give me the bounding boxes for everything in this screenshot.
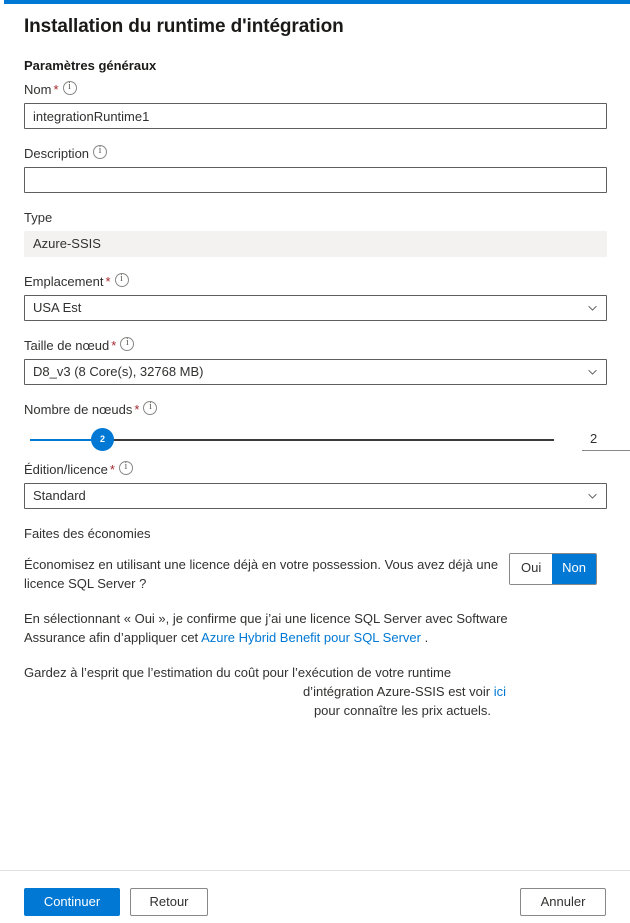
pricing-note-line3: pour connaître les prix actuels. [313,703,491,718]
savings-section: Faites des économies Économisez en utili… [24,525,607,720]
section-heading-general-settings: Paramètres généraux [24,58,157,73]
field-location: Emplacement* USA Est [24,272,607,321]
field-node-number: Nombre de nœuds* 2 2 [24,400,630,455]
label-node-size: Taille de nœud * [24,336,607,355]
savings-question: Économisez en utilisant une licence déjà… [24,557,499,591]
node-number-slider-row: 2 2 [24,425,630,455]
back-button[interactable]: Retour [130,888,208,916]
field-type: Type Azure-SSIS [24,209,607,257]
node-size-dropdown[interactable]: D8_v3 (8 Core(s), 32768 MB) [24,359,607,385]
hybrid-benefit-legal-text: En sélectionnant « Oui », je confirme qu… [24,609,529,647]
legal-suffix: . [420,630,429,645]
toggle-option-yes[interactable]: Oui [510,554,553,584]
label-edition: Édition/licence * [24,460,607,479]
label-node-number-text: Nombre de nœuds [24,402,133,417]
info-icon[interactable] [114,272,129,287]
pricing-link[interactable]: ici [494,684,506,699]
azure-hybrid-benefit-link[interactable]: Azure Hybrid Benefit pour SQL Server [201,630,421,645]
edition-dropdown[interactable]: Standard [24,483,607,509]
node-number-value: 2 [582,430,630,451]
label-description: Description [24,144,607,163]
info-icon[interactable] [120,336,135,351]
panel-content: Installation du runtime d'intégration Pa… [24,4,630,720]
label-node-number: Nombre de nœuds * [24,400,607,419]
label-edition-text: Édition/licence [24,462,108,477]
info-icon[interactable] [93,144,108,159]
pricing-note: Gardez à l’esprit que l’estimation du co… [24,663,506,720]
field-node-size: Taille de nœud* D8_v3 (8 Core(s), 32768 … [24,336,607,385]
setup-panel: Installation du runtime d'intégration Pa… [0,4,630,870]
label-name-text: Nom [24,82,52,97]
required-marker: * [111,338,117,353]
chevron-down-icon [588,492,597,501]
info-icon[interactable] [118,460,133,475]
field-edition: Édition/licence* Standard [24,460,607,509]
chevron-down-icon [588,368,597,377]
pricing-note-line2: d’intégration Azure-SSIS est voir ici [24,682,506,701]
label-node-size-text: Taille de nœud [24,338,110,353]
page-title: Installation du runtime d'intégration [24,16,344,37]
description-input[interactable] [24,167,607,193]
node-number-value-field[interactable]: 2 [582,425,630,451]
label-type: Type [24,209,607,227]
label-description-text: Description [24,146,90,161]
slider-thumb[interactable]: 2 [92,429,113,450]
node-size-selected-value: D8_v3 (8 Core(s), 32768 MB) [33,364,204,379]
required-marker: * [105,274,111,289]
info-icon[interactable] [143,400,158,415]
pricing-note-line1: Gardez à l’esprit que l’estimation du co… [24,665,452,680]
label-location-text: Emplacement [24,274,104,289]
node-number-slider[interactable]: 2 [30,429,554,450]
location-selected-value: USA Est [33,300,82,315]
pricing-note-line2-text: d’intégration Azure-SSIS est voir [302,684,494,699]
footer-action-bar: Continuer Retour Annuler [0,870,630,923]
label-type-text: Type [24,210,53,225]
field-description: Description [24,144,607,193]
continue-button[interactable]: Continuer [24,888,120,916]
label-name: Nom * [24,80,607,99]
type-readonly-value: Azure-SSIS [24,231,607,257]
chevron-down-icon [588,304,597,313]
name-input[interactable] [24,103,607,129]
cancel-button[interactable]: Annuler [520,888,606,916]
required-marker: * [134,402,140,417]
required-marker: * [109,462,115,477]
field-name: Nom * [24,80,607,129]
location-dropdown[interactable]: USA Est [24,295,607,321]
label-location: Emplacement * [24,272,607,291]
info-icon[interactable] [62,80,77,95]
toggle-option-no[interactable]: Non [552,554,596,584]
required-marker: * [53,82,59,97]
savings-title: Faites des économies [24,526,151,541]
edition-selected-value: Standard [33,488,86,503]
hybrid-benefit-toggle[interactable]: Oui Non [509,553,597,585]
